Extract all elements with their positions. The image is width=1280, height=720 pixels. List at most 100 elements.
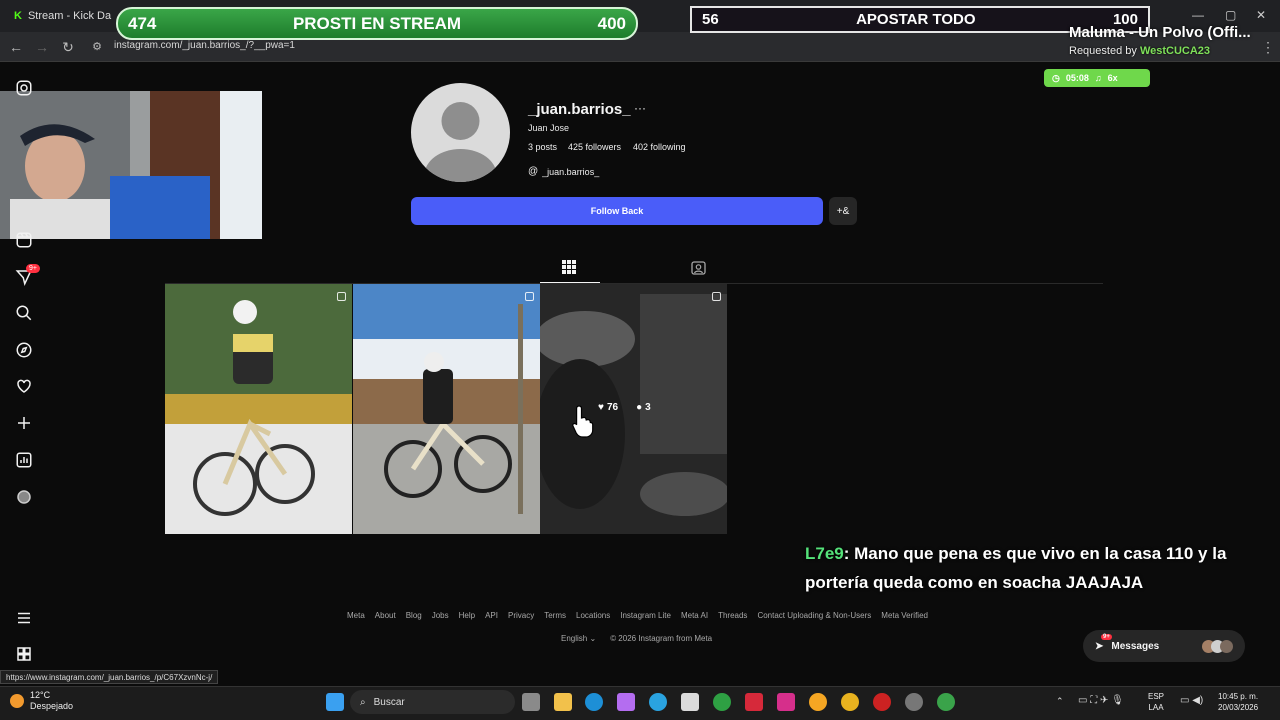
profile-avatar[interactable] (411, 83, 510, 182)
wps-icon[interactable] (745, 693, 763, 711)
chevron-down-icon: ⌄ (589, 634, 597, 643)
footer-link[interactable]: Meta AI (681, 611, 708, 620)
copilot-icon[interactable] (617, 693, 635, 711)
kick-icon: K (14, 10, 22, 22)
post-thumbnail-2[interactable] (353, 284, 540, 534)
follow-back-button[interactable]: Follow Back (411, 197, 823, 225)
music-note-icon: ♫ (1094, 73, 1102, 83)
search-icon[interactable] (14, 303, 34, 323)
chat-message-overlay: L7e9: Mano que pena es que vivo en la ca… (805, 539, 1265, 597)
following-count[interactable]: 402 following (633, 142, 686, 152)
comments-count: 3 (645, 402, 651, 413)
footer-link[interactable]: API (485, 611, 498, 620)
menu-icon[interactable] (14, 608, 34, 628)
system-clock[interactable]: 10:45 p. m. 20/03/2026 (1218, 691, 1258, 713)
create-icon[interactable] (14, 413, 34, 433)
reels-icon[interactable] (14, 230, 34, 250)
explore-icon[interactable] (14, 340, 34, 360)
post-thumbnail-1[interactable] (165, 284, 352, 534)
footer-bottom: English ⌄ © 2026 Instagram from Meta (561, 634, 712, 643)
minimize-icon[interactable]: — (1192, 8, 1204, 22)
heart-icon[interactable] (14, 376, 34, 396)
followers-count[interactable]: 425 followers (568, 142, 621, 152)
status-bar-url: https://www.instagram.com/_juan.barrios_… (0, 670, 219, 684)
back-icon[interactable]: ← (7, 38, 25, 56)
messages-badge: 9+ (1101, 633, 1112, 640)
footer-link[interactable]: Contact Uploading & Non-Users (757, 611, 871, 620)
footer-link[interactable]: Terms (544, 611, 566, 620)
comment-icon: ● (636, 402, 643, 413)
footer-link[interactable]: Blog (406, 611, 422, 620)
suggested-users-button[interactable]: +& (829, 197, 857, 225)
store-icon[interactable] (681, 693, 699, 711)
footer-link[interactable]: About (375, 611, 396, 620)
footer-link[interactable]: Help (459, 611, 475, 620)
chrome-icon[interactable] (841, 693, 859, 711)
obs-icon[interactable] (873, 693, 891, 711)
carousel-icon (337, 292, 346, 301)
tab-tagged[interactable] (691, 261, 706, 280)
language-indicator[interactable]: ESP LAA (1148, 691, 1164, 713)
webcam-image (0, 91, 262, 239)
hand-cursor-icon (572, 405, 594, 438)
song-count: 6x (1107, 73, 1118, 83)
cyclist-photo-2 (353, 284, 540, 534)
footer-link[interactable]: Locations (576, 611, 610, 620)
more-options-icon[interactable]: ··· (634, 101, 646, 115)
footer-link[interactable]: Privacy (508, 611, 534, 620)
reload-icon[interactable]: ↻ (59, 38, 77, 56)
messages-button[interactable]: ➤ 9+ Messages (1083, 630, 1245, 662)
browser-menu-icon[interactable]: ⋮ (1259, 38, 1277, 56)
clock-time: 10:45 p. m. (1218, 692, 1259, 701)
browser-tab[interactable]: K Stream - Kick Da (6, 4, 119, 28)
close-icon[interactable]: ✕ (1256, 8, 1266, 22)
settings-icon[interactable] (905, 693, 923, 711)
profile-full-name: Juan Jose (528, 123, 570, 133)
tab-posts[interactable] (562, 260, 576, 279)
profile-avatar-icon[interactable] (14, 487, 34, 507)
taskbar-search[interactable]: ⌕ Buscar (350, 690, 515, 714)
weather-icon (10, 694, 24, 708)
xbox-icon[interactable] (713, 693, 731, 711)
telegram-icon[interactable] (649, 693, 667, 711)
active-tab-indicator (540, 282, 600, 283)
maximize-icon[interactable]: ▢ (1225, 8, 1236, 22)
carousel-icon (712, 292, 721, 301)
post-thumbnail-3[interactable]: ♥ 76 ● 3 (540, 284, 727, 534)
footer-link[interactable]: Jobs (432, 611, 449, 620)
posts-count: 3 posts (528, 142, 558, 152)
chrome-alt-icon[interactable] (937, 693, 955, 711)
add-user-icon: +& (836, 205, 850, 217)
dashboard-icon[interactable] (14, 450, 34, 470)
messages-label: Messages (1111, 640, 1160, 652)
grid-icon (562, 260, 576, 274)
instagram-logo-icon[interactable] (14, 78, 34, 98)
weather-desc: Despejado (30, 701, 74, 711)
network-volume-icons[interactable]: ▭ ◀) (1180, 695, 1203, 706)
edge-icon[interactable] (585, 693, 603, 711)
post-comments: ● 3 (636, 402, 651, 413)
tray-icons[interactable]: ▭ ⛶ ✈ 🎙 (1078, 695, 1124, 706)
song-progress-bar: ◷ 05:08 ♫ 6x (1044, 69, 1150, 87)
url-field[interactable]: instagram.com/_juan.barrios_/?__pwa=1 (114, 40, 295, 51)
tab-title: Stream - Kick Da (27, 10, 112, 22)
chevron-up-icon[interactable]: ⌃ (1056, 696, 1064, 707)
chat-username: L7e9 (805, 544, 844, 563)
task-view-icon[interactable] (522, 693, 540, 711)
file-explorer-icon[interactable] (554, 693, 572, 711)
windows-start-icon[interactable] (326, 693, 344, 711)
footer-link[interactable]: Meta (347, 611, 365, 620)
app-icon[interactable] (809, 693, 827, 711)
language-select[interactable]: English ⌄ (561, 634, 596, 643)
also-from-meta-icon[interactable] (14, 644, 34, 664)
weather-temp: 12°C (30, 690, 51, 700)
footer-link[interactable]: Threads (718, 611, 747, 620)
footer-link[interactable]: Instagram Lite (620, 611, 671, 620)
instagram-app-icon[interactable] (777, 693, 795, 711)
prosti-title: PROSTI EN STREAM (292, 13, 462, 33)
forward-icon[interactable]: → (33, 38, 51, 56)
footer-link[interactable]: Meta Verified (881, 611, 928, 620)
threads-link[interactable]: @ _juan.barrios_ (528, 166, 599, 177)
weather-widget[interactable]: 12°C Despejado (10, 690, 73, 712)
site-info-icon[interactable]: ⚙ (88, 38, 106, 56)
